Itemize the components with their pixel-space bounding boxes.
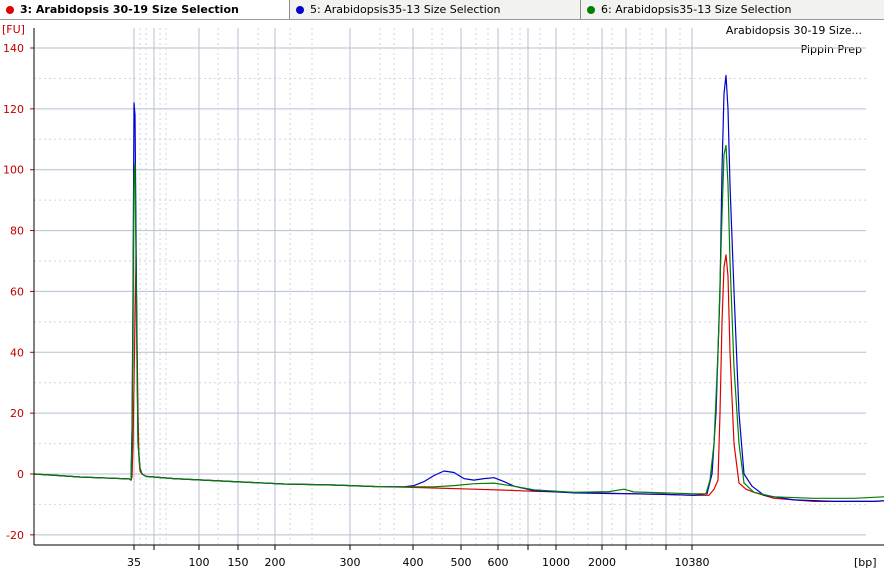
sample-tab-bar: 3: Arabidopsis 30-19 Size Selection 5: A… — [0, 0, 884, 20]
y-tick-label: 40 — [10, 346, 24, 359]
tab-label: 5: Arabidopsis35-13 Size Selection — [310, 3, 501, 16]
y-tick-label: 0 — [17, 468, 24, 481]
chart-subtitle: Pippin Prep — [801, 43, 862, 56]
x-tick-label: 1000 — [542, 556, 570, 569]
x-tick-label: 300 — [340, 556, 361, 569]
x-tick-label: 100 — [189, 556, 210, 569]
electropherogram-chart[interactable]: [FU] [bp] Arabidopsis 30-19 Size... Pipp… — [0, 20, 884, 586]
tab-sample-3[interactable]: 3: Arabidopsis 30-19 Size Selection — [0, 0, 290, 19]
sample-color-dot-icon — [587, 5, 595, 14]
tab-sample-5[interactable]: 5: Arabidopsis35-13 Size Selection — [290, 0, 581, 19]
y-tick-label: 80 — [10, 225, 24, 238]
y-axis-ticks: -20 0 20 40 60 80 100 120 140 — [3, 42, 34, 542]
y-tick-label: 60 — [10, 285, 24, 298]
x-tick-label: 35 — [127, 556, 141, 569]
x-tick-label: 200 — [265, 556, 286, 569]
x-axis-unit-label: [bp] — [854, 556, 877, 569]
x-tick-label: 400 — [403, 556, 424, 569]
sample-color-dot-icon — [6, 5, 14, 14]
y-tick-label: 100 — [3, 164, 24, 177]
x-tick-label: 150 — [228, 556, 249, 569]
y-tick-label: 20 — [10, 407, 24, 420]
axes — [33, 28, 884, 546]
tab-sample-6[interactable]: 6: Arabidopsis35-13 Size Selection — [581, 0, 884, 19]
grid — [34, 28, 866, 545]
tab-label: 3: Arabidopsis 30-19 Size Selection — [20, 3, 239, 16]
x-tick-label: 2000 — [588, 556, 616, 569]
x-tick-label: 10380 — [675, 556, 710, 569]
y-tick-label: 140 — [3, 42, 24, 55]
y-tick-label: 120 — [3, 103, 24, 116]
x-axis-ticks: 35 100 150 200 300 400 500 600 1000 2000 10380 — [127, 545, 710, 569]
chart-title: Arabidopsis 30-19 Size... — [726, 24, 862, 37]
tab-label: 6: Arabidopsis35-13 Size Selection — [601, 3, 792, 16]
y-axis-unit-label: [FU] — [2, 23, 25, 36]
x-tick-label: 500 — [451, 556, 472, 569]
y-tick-label: -20 — [6, 529, 24, 542]
sample-color-dot-icon — [296, 5, 304, 14]
x-tick-label: 600 — [488, 556, 509, 569]
